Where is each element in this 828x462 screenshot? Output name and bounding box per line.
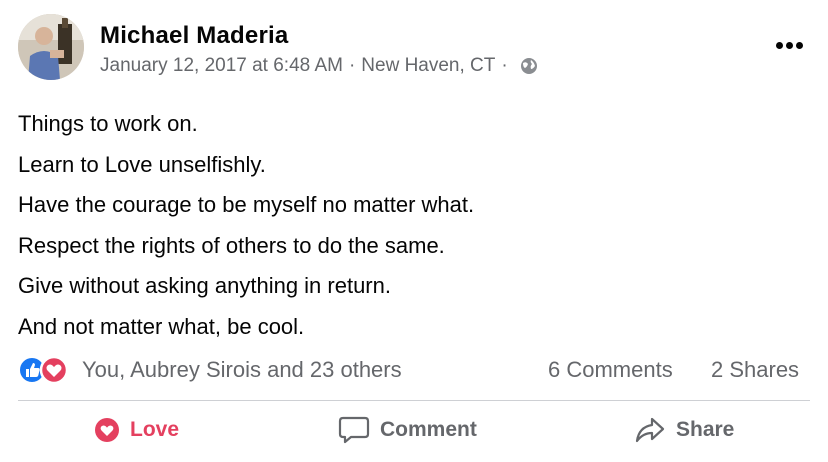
comment-button[interactable]: Comment (338, 404, 477, 456)
globe-icon[interactable] (520, 57, 538, 75)
post-line: And not matter what, be cool. (18, 313, 305, 339)
post-line: Things to work on. (18, 111, 198, 136)
avatar[interactable] (18, 14, 84, 80)
comments-count-link[interactable]: 6 Comments (548, 357, 673, 383)
post-line: Give without asking anything in return. (18, 273, 391, 298)
post-line: Respect the rights of others to do the s… (18, 232, 445, 258)
dot (796, 41, 803, 49)
love-button-label: Love (130, 418, 180, 441)
love-button[interactable]: Love (94, 404, 179, 456)
reaction-icons[interactable] (18, 355, 74, 385)
shares-count-link[interactable]: 2 Shares (711, 357, 799, 383)
share-arrow-icon (635, 417, 665, 443)
post-body: Things to work on. Learn to Love unselfi… (18, 104, 808, 347)
post-location[interactable]: New Haven, CT (361, 55, 495, 77)
reactions-summary: You, Aubrey Sirois and 23 others 6 Comme… (18, 354, 810, 386)
dot (776, 41, 783, 49)
facebook-post: Michael Maderia January 12, 2017 at 6:48… (0, 0, 828, 462)
share-button-label: Share (676, 418, 735, 441)
avatar-photo-icon (18, 14, 84, 80)
meta-separator: · (501, 55, 508, 76)
post-line: Have the courage to be myself no matter … (18, 192, 475, 217)
share-button[interactable]: Share (634, 404, 734, 456)
comment-icon (338, 416, 370, 444)
meta-separator: · (348, 55, 356, 76)
post-timestamp[interactable]: January 12, 2017 at 6:48 AM (100, 55, 343, 77)
author-name[interactable]: Michael Maderia (100, 22, 288, 50)
love-reaction-icon (39, 355, 69, 385)
action-bar: Love Comment Share (18, 404, 810, 456)
heart-icon (95, 418, 119, 442)
more-options-icon[interactable] (776, 38, 806, 52)
post-meta: January 12, 2017 at 6:48 AM · New Haven,… (100, 55, 538, 77)
reactors-link[interactable]: You, Aubrey Sirois and 23 others (82, 357, 402, 383)
comment-button-label: Comment (380, 418, 477, 441)
dot (786, 41, 793, 49)
post-line: Learn to Love unselfishly. (18, 151, 266, 177)
divider (18, 400, 810, 401)
